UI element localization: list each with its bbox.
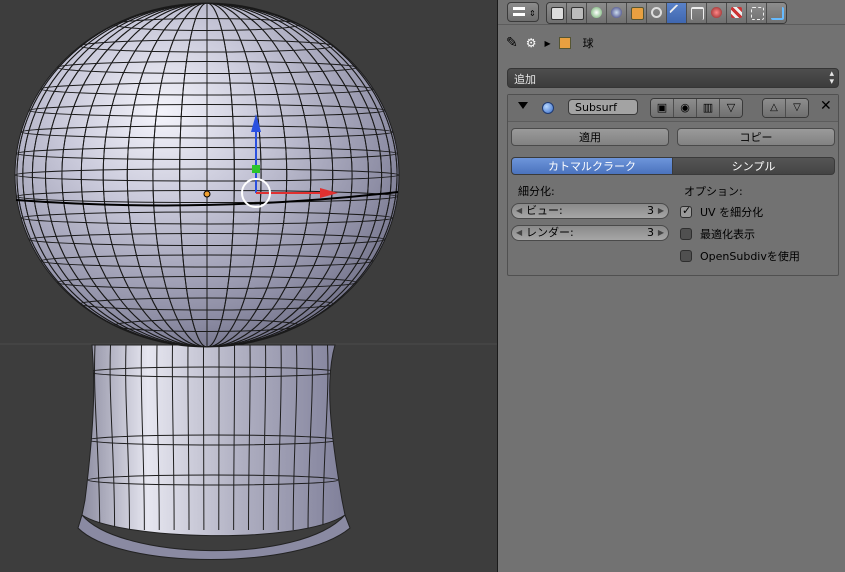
context-tabs (546, 2, 787, 24)
modifier-visibility-group: ▣ ◉ ▥ ▽ (650, 98, 743, 118)
modifier-move-group: △ ▽ (762, 98, 809, 118)
add-modifier-label: 追加 (514, 73, 536, 86)
dropdown-arrows-icon: ▴ ▾ (829, 69, 834, 87)
move-down-icon[interactable]: ▽ (786, 99, 808, 117)
opensubdiv-label: OpenSubdivを使用 (700, 250, 800, 263)
subdivide-uvs-checkbox[interactable] (680, 204, 692, 218)
optimal-display-option[interactable]: 最適化表示 (680, 226, 755, 242)
decrement-arrow-icon[interactable]: ◀ (516, 226, 522, 240)
options-label: オプション: (684, 185, 743, 198)
add-modifier-dropdown[interactable]: 追加 ▴ ▾ (507, 68, 839, 88)
simple-option[interactable]: シンプル (672, 157, 835, 175)
mesh-viewport-canvas[interactable] (0, 0, 497, 572)
view-levels-value: 3 (647, 204, 654, 217)
optimal-display-checkbox[interactable] (680, 228, 692, 240)
catmull-clark-option[interactable]: カトマルクラーク (511, 157, 673, 175)
mesh-base (77, 344, 351, 560)
close-icon[interactable]: ✕ (820, 98, 832, 114)
subsurf-modifier-icon (542, 102, 554, 114)
constraints-tab-icon[interactable] (647, 3, 667, 23)
move-up-icon[interactable]: △ (763, 99, 786, 117)
decrement-arrow-icon[interactable]: ◀ (516, 204, 522, 218)
scene-tab-icon[interactable] (587, 3, 607, 23)
modifiers-tab-icon[interactable] (667, 3, 687, 23)
opensubdiv-checkbox[interactable] (680, 250, 692, 262)
optimal-display-label: 最適化表示 (700, 228, 755, 241)
layers-tab-icon[interactable] (567, 3, 587, 23)
subdivide-uvs-option[interactable]: UV を細分化 (680, 204, 763, 220)
increment-arrow-icon[interactable]: ▶ (658, 226, 664, 240)
editmode-toggle-icon[interactable]: ▥ (697, 99, 720, 117)
render-tab-icon[interactable] (547, 3, 567, 23)
apply-button[interactable]: 適用 (511, 128, 669, 146)
properties-header: ⇕ (498, 0, 845, 25)
mesh-sphere (14, 2, 400, 348)
view-levels-label: ビュー: (526, 204, 563, 217)
particles-tab-icon[interactable] (747, 3, 767, 23)
modifier-panel: Subsurf ▣ ◉ ▥ ▽ △ ▽ ✕ 適用 コピー カトマルクラーク シン… (507, 94, 839, 276)
modifier-name-field[interactable]: Subsurf (568, 99, 638, 115)
material-tab-icon[interactable] (707, 3, 727, 23)
render-toggle-icon[interactable]: ▣ (651, 99, 674, 117)
object-name: 球 (582, 37, 594, 50)
subdivisions-label: 細分化: (518, 185, 555, 198)
collapse-triangle-icon[interactable] (518, 102, 528, 109)
data-tab-icon[interactable] (687, 3, 707, 23)
breadcrumb-arrow-icon: ▶ (544, 38, 551, 48)
physics-tab-icon[interactable] (767, 3, 786, 23)
view-levels-field[interactable]: ◀ ビュー: 3 ▶ (511, 203, 669, 219)
editor-type-icon[interactable]: ⇕ (507, 2, 539, 22)
context-breadcrumb: ✎ ⚙ ▶ 球 (506, 33, 594, 53)
modifier-header: Subsurf ▣ ◉ ▥ ▽ △ ▽ ✕ (508, 95, 838, 122)
properties-panel: ⇕ ✎ ⚙ ▶ 球 追加 ▴ ▾ Subsurf ▣ ◉ ▥ ▽ △ ▽ ✕ 適… (498, 0, 845, 572)
render-levels-label: レンダー: (526, 226, 574, 239)
opensubdiv-option[interactable]: OpenSubdivを使用 (680, 248, 800, 264)
modifier-wrench-icon: ⚙ (525, 36, 537, 50)
cube-icon (558, 37, 571, 49)
texture-tab-icon[interactable] (727, 3, 747, 23)
pin-icon[interactable]: ✎ (506, 35, 518, 51)
render-levels-field[interactable]: ◀ レンダー: 3 ▶ (511, 225, 669, 241)
3d-viewport[interactable] (0, 0, 497, 572)
increment-arrow-icon[interactable]: ▶ (658, 204, 664, 218)
world-tab-icon[interactable] (607, 3, 627, 23)
render-levels-value: 3 (647, 226, 654, 239)
eye-icon[interactable]: ◉ (674, 99, 697, 117)
copy-button[interactable]: コピー (677, 128, 835, 146)
on-cage-icon[interactable]: ▽ (720, 99, 742, 117)
svg-text:⇕: ⇕ (529, 9, 536, 18)
subdivide-uvs-label: UV を細分化 (700, 206, 764, 219)
object-tab-icon[interactable] (627, 3, 647, 23)
